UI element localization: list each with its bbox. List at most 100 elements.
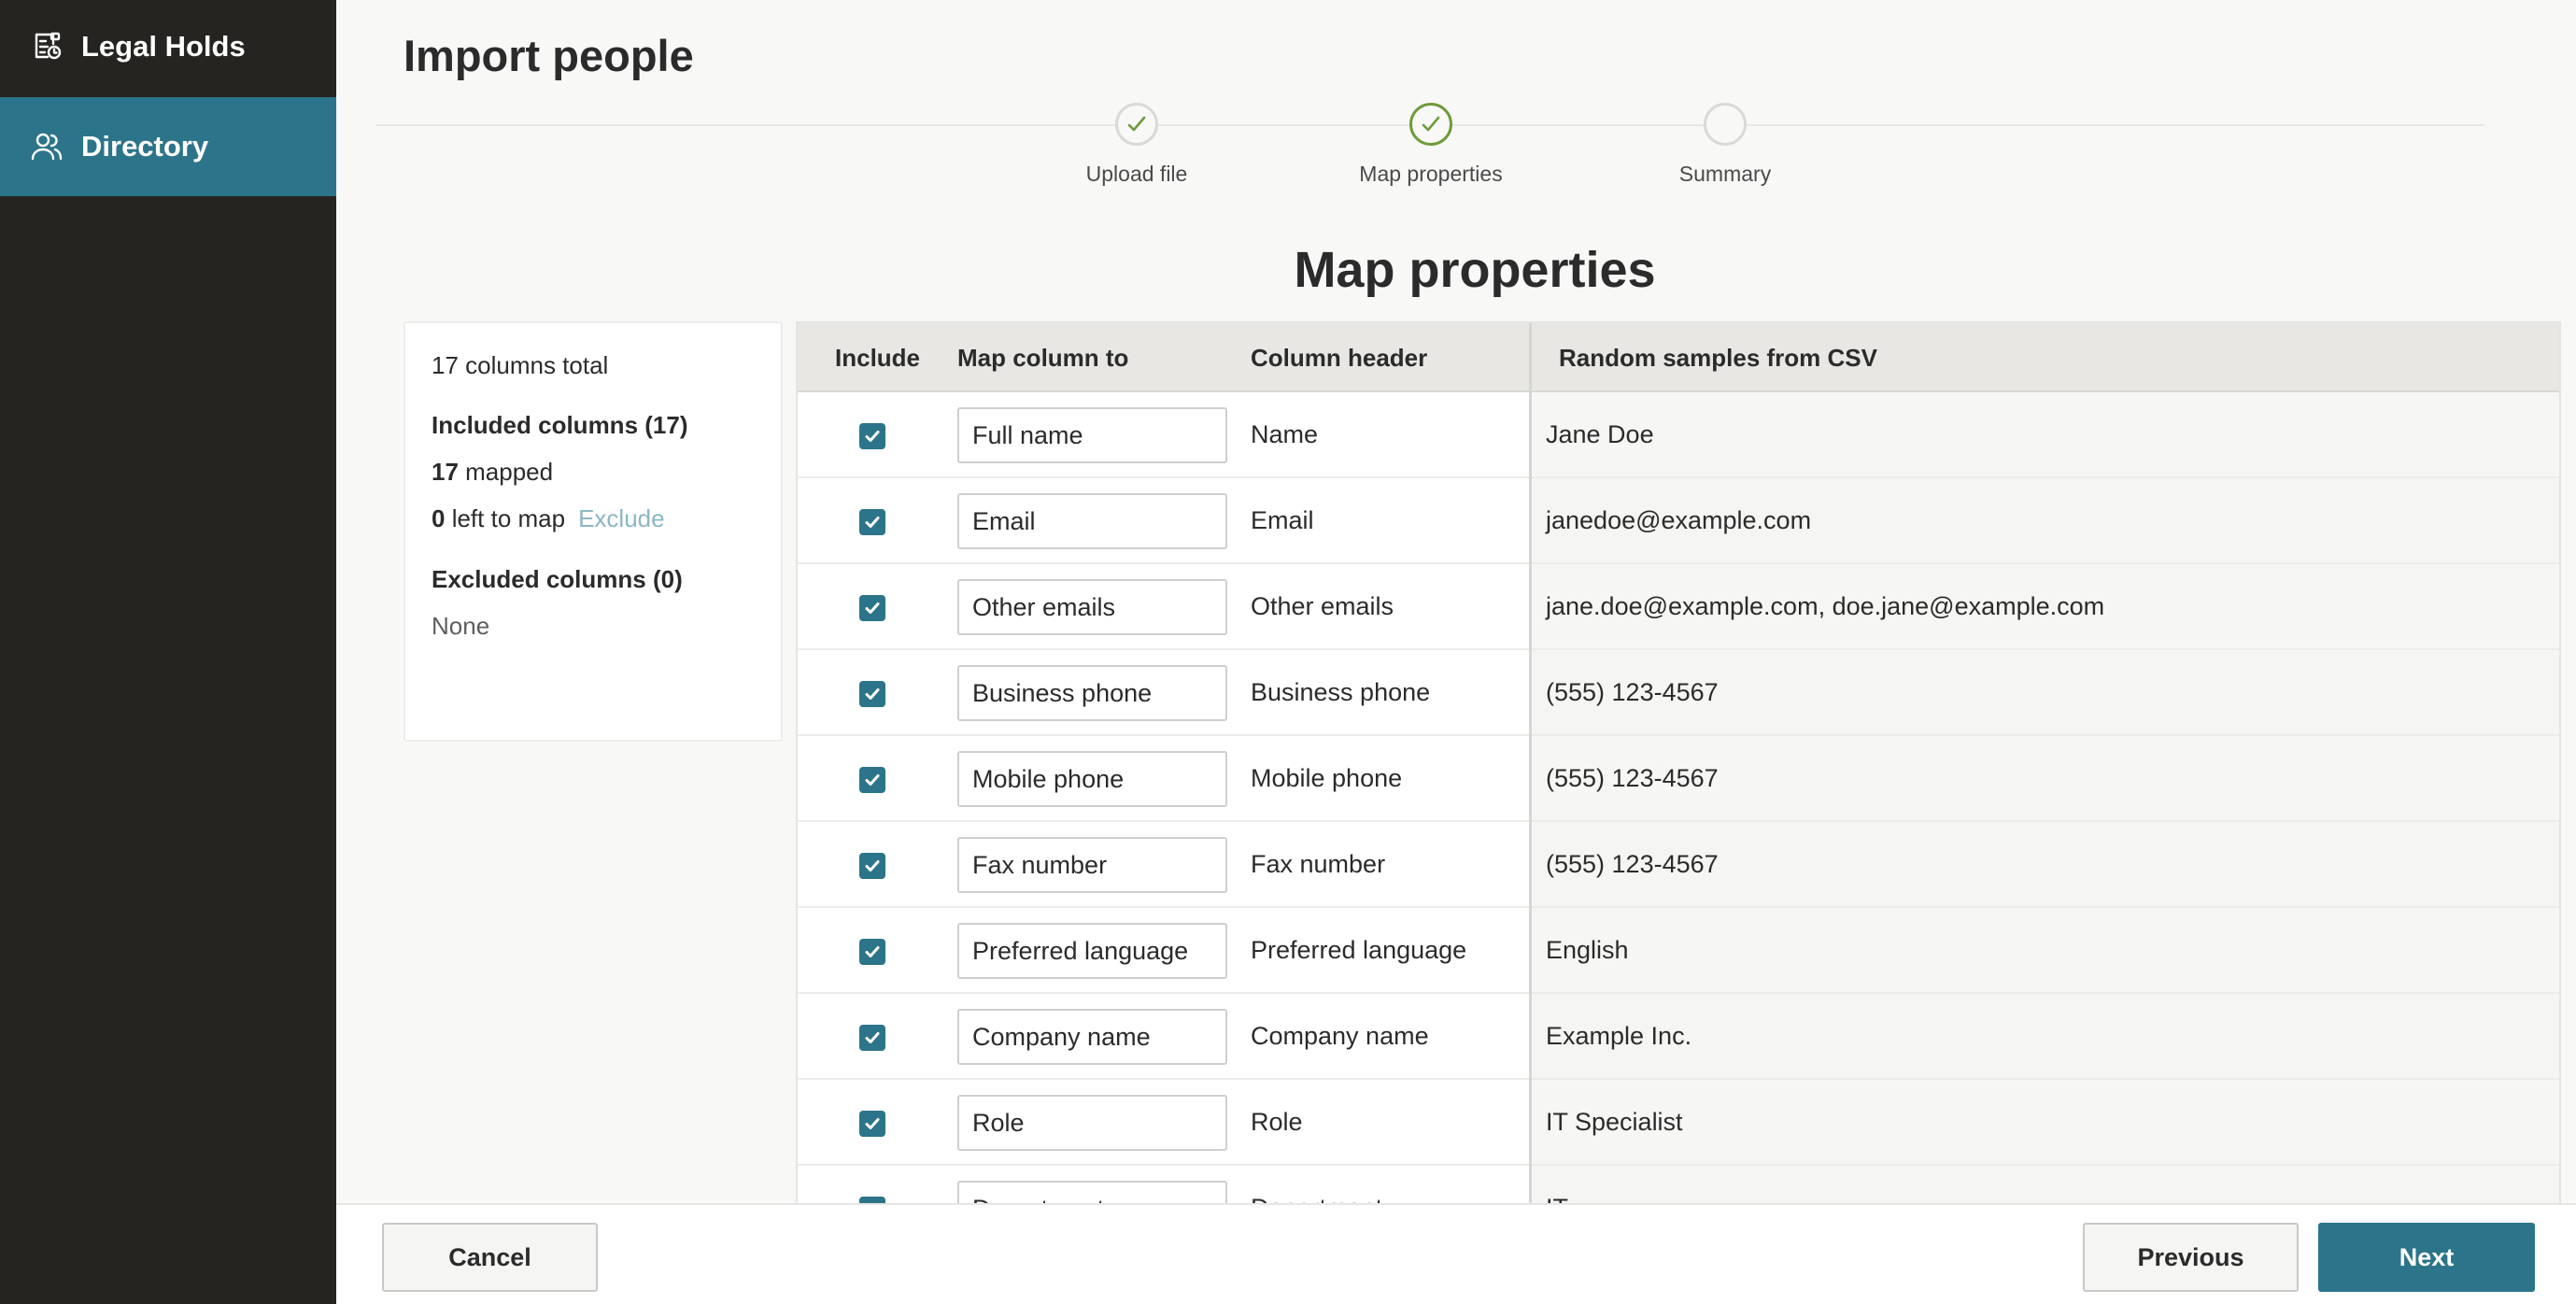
include-checkbox[interactable] (859, 1025, 885, 1051)
include-checkbox[interactable] (859, 509, 885, 535)
table-row: Full name Name Jane Doe (798, 392, 2559, 478)
csv-sample-value: IT Specialist (1546, 1108, 1683, 1136)
people-icon (29, 129, 64, 164)
csv-sample-value: (555) 123-4567 (1546, 850, 1719, 878)
table-row: Fax number Fax number (555) 123-4567 (798, 822, 2559, 908)
step-summary: Summary (1604, 103, 1847, 187)
column-header-value: Email (1251, 506, 1314, 534)
include-checkbox[interactable] (859, 767, 885, 793)
step-label: Map properties (1359, 162, 1503, 186)
csv-sample-value: janedoe@example.com (1546, 506, 1812, 534)
sample-cell-bg (1532, 392, 2559, 476)
sidebar-item-label: Directory (81, 130, 209, 163)
checkmark-icon (865, 688, 880, 700)
page-title: Import people (403, 31, 694, 80)
table-row: Business phone Business phone (555) 123-… (798, 650, 2559, 736)
map-column-input[interactable]: Full name (957, 407, 1227, 463)
csv-sample-value: Example Inc. (1546, 1022, 1692, 1050)
column-divider (1529, 323, 1532, 1203)
checkmark-icon (865, 517, 880, 528)
mapped-label: mapped (458, 458, 554, 486)
map-column-input[interactable]: Fax number (957, 837, 1227, 893)
cancel-button[interactable]: Cancel (382, 1223, 598, 1292)
csv-sample-value: English (1546, 936, 1629, 964)
check-icon (1422, 116, 1440, 132)
left-count: 0 (432, 504, 446, 532)
map-column-input[interactable]: Company name (957, 1009, 1227, 1065)
step-label: Upload file (1085, 162, 1188, 186)
map-column-input[interactable]: Role (957, 1095, 1227, 1151)
sample-cell-bg (1532, 908, 2559, 992)
header-map-column-to: Map column to (957, 344, 1129, 372)
checkmark-icon (865, 774, 880, 786)
map-column-input[interactable]: Email (957, 493, 1227, 549)
previous-button[interactable]: Previous (2083, 1223, 2299, 1292)
sidebar: Legal Holds Directory (0, 0, 336, 1304)
check-icon (1127, 116, 1146, 132)
include-checkbox[interactable] (859, 595, 885, 621)
next-button[interactable]: Next (2318, 1223, 2535, 1292)
step-label: Summary (1678, 162, 1772, 186)
columns-total: 17 columns total (432, 351, 609, 379)
sidebar-item-legal-holds[interactable]: Legal Holds (0, 0, 336, 93)
step-upload-file: Upload file (1015, 103, 1258, 187)
checkmark-icon (865, 1032, 880, 1043)
mapping-summary-panel: 17 columns total Included columns (17) 1… (403, 321, 783, 742)
excluded-columns-heading: Excluded columns (0) (432, 565, 683, 593)
map-column-input[interactable]: Mobile phone (957, 751, 1227, 807)
legal-holds-icon (29, 29, 64, 64)
csv-sample-value: Jane Doe (1546, 420, 1654, 448)
column-header-value: Department (1251, 1194, 1382, 1203)
map-column-input[interactable]: Preferred language (957, 923, 1227, 979)
include-checkbox[interactable] (859, 423, 885, 449)
table-row: Company name Company name Example Inc. (798, 994, 2559, 1080)
table-body: Full name Name Jane Doe Email Email jane… (798, 392, 2559, 1203)
csv-sample-value: (555) 123-4567 (1546, 764, 1719, 792)
map-column-input[interactable]: Business phone (957, 665, 1227, 721)
mapped-count: 17 (432, 458, 459, 486)
csv-sample-value: (555) 123-4567 (1546, 678, 1719, 706)
map-column-input[interactable]: Department (957, 1181, 1227, 1203)
csv-sample-value: IT (1546, 1194, 1568, 1203)
sidebar-item-label: Legal Holds (81, 30, 246, 63)
column-header-value: Company name (1251, 1022, 1429, 1050)
map-column-input[interactable]: Other emails (957, 579, 1227, 635)
header-random-samples: Random samples from CSV (1559, 344, 1877, 372)
include-checkbox[interactable] (859, 939, 885, 965)
left-label: left to map (445, 504, 566, 532)
left-to-map-line: 0 left to map Exclude (432, 504, 665, 533)
mapped-count-line: 17 mapped (432, 458, 553, 487)
include-checkbox[interactable] (859, 1197, 885, 1203)
include-checkbox[interactable] (859, 1111, 885, 1137)
table-row: Role Role IT Specialist (798, 1080, 2559, 1166)
header-include: Include (835, 344, 921, 372)
table-row: Other emails Other emails jane.doe@examp… (798, 564, 2559, 650)
column-header-value: Mobile phone (1251, 764, 1403, 792)
section-title: Map properties (1294, 242, 1656, 298)
checkmark-icon (865, 946, 880, 957)
column-header-value: Role (1251, 1108, 1303, 1136)
included-columns-heading: Included columns (17) (432, 411, 688, 439)
include-checkbox[interactable] (859, 681, 885, 707)
csv-sample-value: jane.doe@example.com, doe.jane@example.c… (1546, 592, 2105, 620)
step-map-properties: Map properties (1309, 103, 1552, 187)
table-row: Preferred language Preferred language En… (798, 908, 2559, 994)
sidebar-item-directory[interactable]: Directory (0, 97, 336, 196)
column-header-value: Business phone (1251, 678, 1431, 706)
column-header-value: Name (1251, 420, 1319, 448)
main-content: Import people Upload file Map properties… (336, 0, 2576, 1304)
wizard-footer: Cancel Previous Next (336, 1203, 2576, 1304)
table-row: Mobile phone Mobile phone (555) 123-4567 (798, 736, 2559, 822)
sample-cell-bg (1532, 1166, 2559, 1203)
step-current-indicator (1409, 103, 1452, 146)
checkmark-icon (865, 431, 880, 442)
step-pending-indicator (1704, 103, 1747, 146)
column-header-value: Fax number (1251, 850, 1386, 878)
table-row: Department Department IT (798, 1166, 2559, 1203)
checkmark-icon (865, 602, 880, 614)
step-complete-indicator (1115, 103, 1158, 146)
exclude-link[interactable]: Exclude (578, 504, 665, 532)
include-checkbox[interactable] (859, 853, 885, 879)
table-row: Email Email janedoe@example.com (798, 478, 2559, 564)
checkmark-icon (865, 860, 880, 872)
